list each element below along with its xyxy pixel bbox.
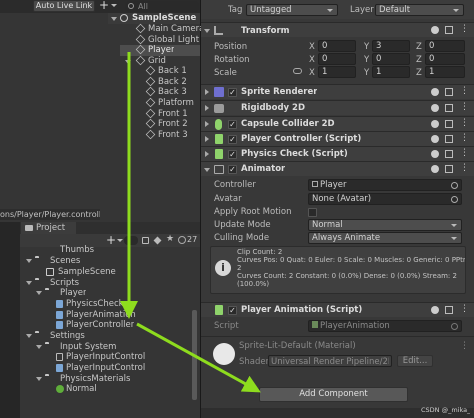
arrow-script-to-add-component (136, 322, 261, 393)
annotation-arrows (120, 52, 261, 393)
